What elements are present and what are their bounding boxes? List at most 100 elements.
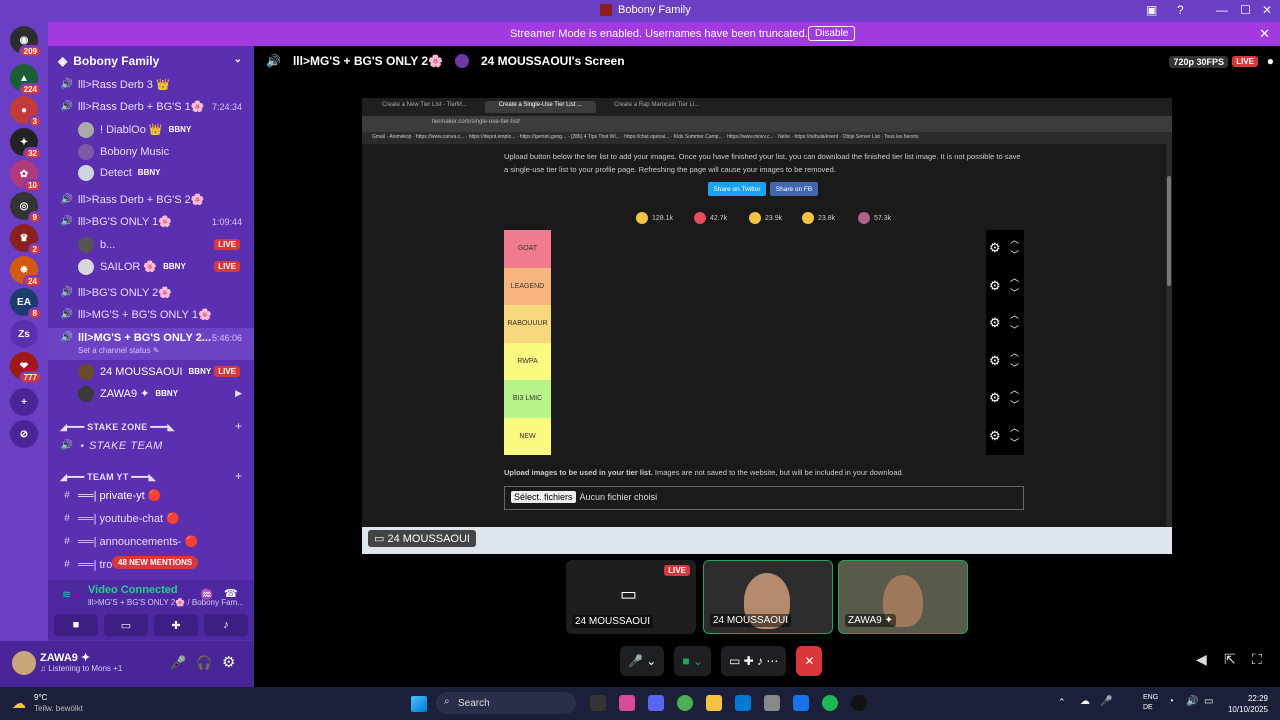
text-channel[interactable]: # ══| youtube-chat 🔴 bbox=[48, 508, 254, 529]
close-banner-icon[interactable]: ✕ bbox=[1259, 26, 1270, 42]
voice-user[interactable]: b... LIVE bbox=[48, 234, 254, 255]
new-mentions-pill[interactable]: 48 NEW MENTIONS bbox=[112, 556, 199, 569]
noise-icon[interactable]: ♒ bbox=[200, 588, 214, 601]
chevron-down-icon[interactable]: ﹀ bbox=[1010, 398, 1019, 411]
folder-icon[interactable] bbox=[706, 695, 722, 711]
language-indicator[interactable]: ENG DE bbox=[1143, 693, 1158, 713]
tray-chevron-icon[interactable]: ⌃ bbox=[1058, 697, 1066, 708]
cloud-icon[interactable]: ☁ bbox=[1080, 696, 1090, 707]
battery-icon[interactable]: ▭ bbox=[1204, 696, 1213, 707]
add-channel-icon[interactable]: + bbox=[235, 419, 242, 433]
screen-share-button[interactable]: ▭ ✚ ♪ ⋯ bbox=[720, 646, 787, 676]
voice-user[interactable]: Detect BBNY bbox=[48, 162, 254, 183]
popout-icon[interactable]: ⇱ bbox=[1224, 651, 1236, 668]
tier-drop-zone[interactable] bbox=[551, 342, 986, 380]
voice-user[interactable]: Bobony Music bbox=[48, 141, 254, 162]
chevron-up-icon[interactable]: ︿ bbox=[1010, 271, 1019, 284]
reaction[interactable]: 42.7k bbox=[694, 212, 727, 224]
file-input[interactable]: Sélect. fichiers Aucun fichier choisi bbox=[504, 486, 1024, 510]
tier-label[interactable]: LEAGEND bbox=[504, 267, 551, 305]
add-server-icon[interactable]: + bbox=[10, 388, 38, 416]
inbox-icon[interactable]: ▣ bbox=[1146, 3, 1157, 17]
gear-icon[interactable]: ⚙ bbox=[989, 278, 1001, 294]
camera-button[interactable]: ■ bbox=[54, 614, 98, 636]
scrollbar-thumb[interactable] bbox=[1167, 176, 1171, 286]
chat-bubble-icon[interactable]: ● bbox=[1267, 54, 1274, 68]
wifi-icon[interactable]: ◔ bbox=[1168, 696, 1174, 707]
server-icon[interactable]: ♛ 2 bbox=[10, 224, 42, 256]
tier-drop-zone[interactable] bbox=[551, 230, 986, 268]
tier-drop-zone[interactable] bbox=[551, 267, 986, 305]
headphones-icon[interactable]: 🎧 bbox=[196, 655, 212, 671]
disconnect-icon[interactable]: ☎ bbox=[224, 587, 238, 600]
add-channel-icon[interactable]: + bbox=[235, 469, 242, 483]
chevron-down-icon[interactable]: ﹀ bbox=[1010, 436, 1019, 449]
chrome-icon[interactable] bbox=[677, 695, 693, 711]
leave-call-button[interactable]: ✕ bbox=[796, 646, 823, 676]
server-icon[interactable]: ● 3 bbox=[10, 96, 42, 128]
server-icon[interactable]: EA 8 bbox=[10, 288, 42, 320]
obs-icon[interactable] bbox=[851, 695, 867, 711]
tier-label[interactable]: RABOUUUR bbox=[504, 305, 551, 343]
close-window-button[interactable]: ✕ bbox=[1262, 3, 1272, 17]
tier-label[interactable]: NEW bbox=[504, 417, 551, 455]
screen-share-button[interactable]: ▭ bbox=[104, 614, 148, 636]
share-twitter-button[interactable]: Share on Twitter bbox=[708, 182, 766, 196]
gear-icon[interactable]: ⚙ bbox=[989, 240, 1001, 256]
tier-label[interactable]: RWPA bbox=[504, 342, 551, 380]
server-icon[interactable]: ◎ 9 bbox=[10, 192, 42, 224]
voice-user[interactable]: ! DiablOo 👑 BBNY bbox=[48, 119, 254, 140]
start-button[interactable] bbox=[411, 696, 427, 712]
browser-tab[interactable]: Create a New Tier List - TierM... bbox=[368, 101, 481, 113]
soundboard-button[interactable]: ♪ bbox=[204, 614, 248, 636]
tier-drop-zone[interactable] bbox=[551, 417, 986, 455]
gear-icon[interactable]: ⚙ bbox=[989, 353, 1001, 369]
mic-tray-icon[interactable]: 🎤 bbox=[1100, 696, 1112, 707]
activity-button[interactable]: ✚ bbox=[154, 614, 198, 636]
tier-drop-zone[interactable] bbox=[551, 305, 986, 343]
gear-icon[interactable]: ⚙ bbox=[989, 428, 1001, 444]
discord-icon[interactable] bbox=[648, 695, 664, 711]
fullscreen-icon[interactable]: ⛶ bbox=[1252, 651, 1262, 668]
gear-icon[interactable]: ⚙ bbox=[222, 653, 235, 671]
server-icon[interactable]: ▲ 224 bbox=[10, 64, 42, 96]
server-icon[interactable]: Zs bbox=[10, 320, 38, 348]
server-icon[interactable]: ✿ 10 bbox=[10, 160, 42, 192]
choose-files-button[interactable]: Sélect. fichiers bbox=[511, 491, 576, 503]
taskbar-search[interactable]: ⌕ Search bbox=[436, 692, 576, 714]
text-channel[interactable]: # ══| private-yt 🔴 bbox=[48, 485, 254, 506]
server-icon[interactable]: ✸ 24 bbox=[10, 256, 42, 288]
app-icon[interactable] bbox=[764, 695, 780, 711]
voice-channel[interactable]: 🔊 lll>BG'S ONLY 2🌸 bbox=[48, 282, 254, 303]
avatar[interactable] bbox=[12, 651, 36, 675]
share-fb-button[interactable]: Share on FB bbox=[770, 182, 818, 196]
category-team-yt[interactable]: ◢━━━ TEAM YT ━━━◣ bbox=[60, 472, 156, 483]
browser-tab[interactable]: Create a Rap Marocain Tier Li... bbox=[600, 101, 713, 113]
chevron-up-icon[interactable]: ︿ bbox=[1010, 383, 1019, 396]
voice-channel-name[interactable]: lll>MG'S + BG'S ONLY 2🌸 / Bobony Fam... bbox=[88, 598, 244, 607]
server-icon[interactable]: ❤ 777 bbox=[10, 352, 42, 384]
signal-icon[interactable]: ≋ bbox=[62, 588, 71, 601]
clock[interactable]: 22:29 10/10/2025 bbox=[1228, 693, 1268, 715]
copilot-icon[interactable] bbox=[619, 695, 635, 711]
camera-button[interactable]: ■ ⌄ bbox=[674, 646, 711, 676]
microphone-icon[interactable]: 🎤 bbox=[170, 655, 186, 671]
discover-icon[interactable]: ⊘ bbox=[10, 420, 38, 448]
microphone-button[interactable]: 🎤 ⌄ bbox=[620, 646, 665, 676]
chevron-up-icon[interactable]: ︿ bbox=[1010, 346, 1019, 359]
voice-user[interactable]: 24 MOUSSAOUI BBNY LIVE bbox=[48, 361, 254, 382]
voice-channel[interactable]: 🔊 lll>Rass Derb + BG'S 2🌸 bbox=[48, 189, 254, 210]
gear-icon[interactable]: ⚙ bbox=[989, 390, 1001, 406]
reaction[interactable]: 23.9k bbox=[749, 212, 782, 224]
camera-tile[interactable]: ZAWA9 ✦ bbox=[838, 560, 968, 634]
address-bar[interactable]: tiermaker.com/single-use-tier-list/ bbox=[362, 116, 1172, 132]
disable-button[interactable]: Disable bbox=[808, 26, 856, 41]
chevron-up-icon[interactable]: ︿ bbox=[1010, 233, 1019, 246]
voice-channel[interactable]: 🔊 ⋆ STAKE TEAM bbox=[48, 435, 254, 456]
channel-status[interactable]: Set a channel status ✎ bbox=[78, 346, 159, 355]
voice-channel[interactable]: 🔊 lll>Rass Derb 3 👑 bbox=[48, 74, 254, 95]
scrollbar[interactable] bbox=[1166, 144, 1172, 527]
word-icon[interactable] bbox=[793, 695, 809, 711]
chevron-down-icon[interactable]: ⌄ bbox=[234, 54, 242, 65]
server-icon[interactable]: ✦ 32 bbox=[10, 128, 42, 160]
